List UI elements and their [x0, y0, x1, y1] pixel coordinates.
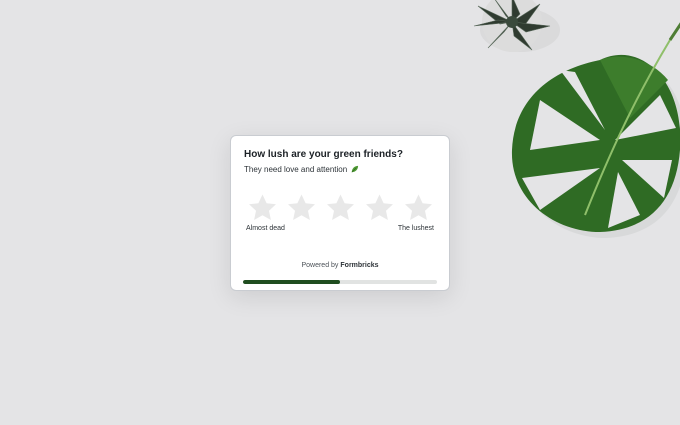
survey-question: How lush are your green friends?: [244, 149, 403, 160]
star-rating: [247, 193, 435, 223]
leaf-icon: [351, 165, 359, 173]
survey-card: How lush are your green friends? They ne…: [230, 135, 450, 291]
succulent-pot-image: [473, 0, 560, 52]
progress-bar: [243, 280, 437, 284]
survey-subtitle-row: They need love and attention: [244, 165, 359, 174]
star-3-button[interactable]: [325, 193, 356, 223]
survey-subtitle: They need love and attention: [244, 165, 348, 174]
star-icon: [327, 194, 354, 220]
powered-by-prefix: Powered by: [301, 262, 341, 269]
rating-high-label: The lushest: [397, 225, 434, 232]
star-icon: [405, 194, 432, 220]
star-icon: [366, 194, 393, 220]
star-icon: [249, 194, 276, 220]
star-4-button[interactable]: [364, 193, 395, 223]
progress-fill: [243, 280, 340, 284]
star-icon: [288, 194, 315, 220]
rating-low-label: Almost dead: [246, 225, 285, 232]
star-1-button[interactable]: [247, 193, 278, 223]
powered-by: Powered by Formbricks: [231, 262, 449, 269]
formbricks-link[interactable]: Formbricks: [340, 262, 378, 269]
star-5-button[interactable]: [403, 193, 434, 223]
star-2-button[interactable]: [286, 193, 317, 223]
